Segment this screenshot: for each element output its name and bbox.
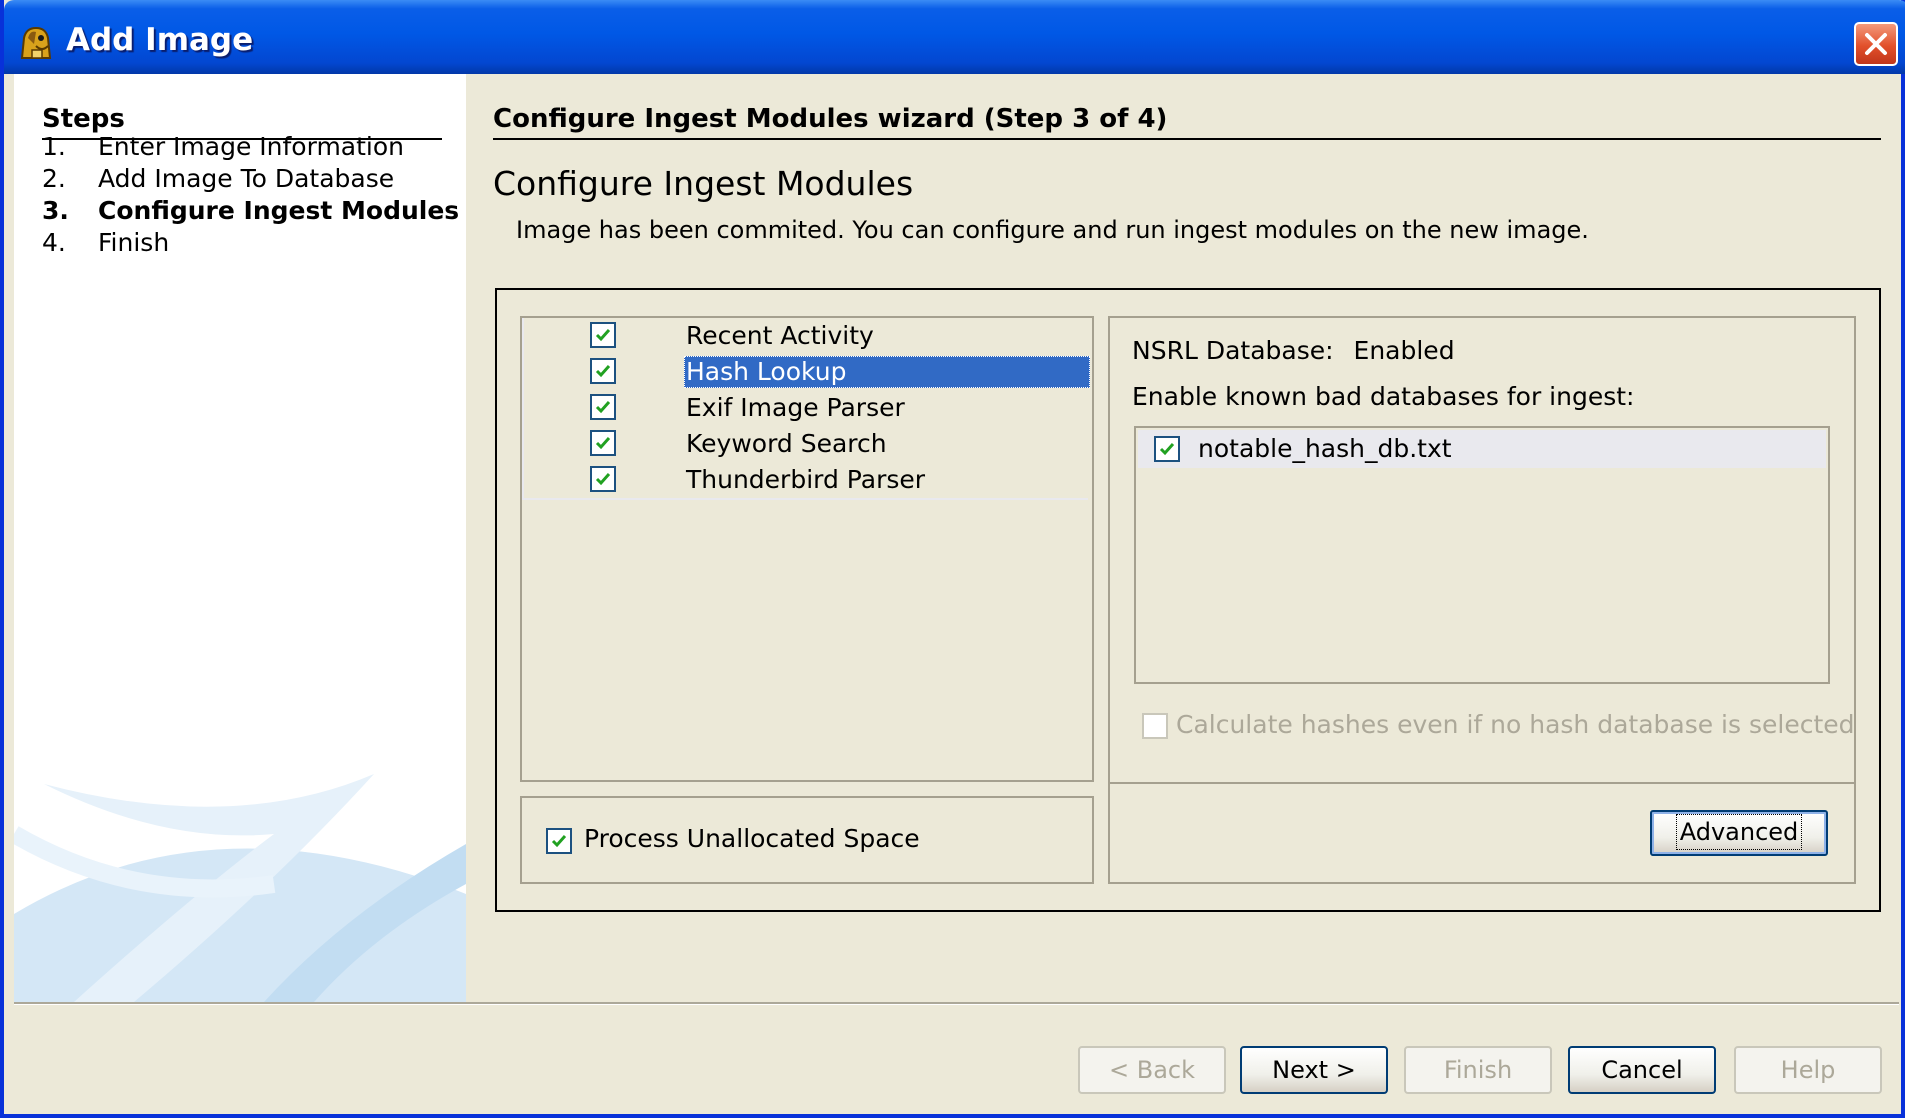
known-bad-db-list[interactable]: notable_hash_db.txt	[1134, 426, 1830, 684]
title-bar[interactable]: Add Image	[4, 0, 1905, 74]
step-label: Add Image To Database	[98, 164, 395, 193]
checkmark-icon	[551, 835, 567, 848]
next-button[interactable]: Next >	[1240, 1046, 1388, 1094]
advanced-button-label: Advanced	[1675, 814, 1803, 850]
wizard-step-heading: Configure Ingest Modules wizard (Step 3 …	[493, 104, 1881, 140]
autopsy-dog-icon	[16, 24, 56, 60]
nsrl-value: Enabled	[1353, 336, 1455, 365]
nsrl-label: NSRL Database:	[1132, 336, 1334, 365]
checkmark-icon	[595, 401, 611, 414]
module-label: Thunderbird Parser	[686, 465, 926, 494]
step-number: 4.	[42, 228, 66, 257]
step-label: Configure Ingest Modules	[98, 196, 460, 225]
step-number: 1.	[42, 132, 66, 161]
advanced-button[interactable]: Advanced	[1650, 810, 1828, 856]
step-number: 2.	[42, 164, 66, 193]
process-unallocated-checkbox[interactable]	[546, 828, 572, 854]
button-bar-divider	[14, 1002, 1899, 1005]
module-label: Exif Image Parser	[686, 393, 905, 422]
checkmark-icon	[595, 329, 611, 342]
module-checkbox[interactable]	[590, 322, 616, 348]
finish-button[interactable]: Finish	[1404, 1046, 1552, 1094]
decorative-swoosh	[14, 774, 466, 1002]
steps-sidebar: Steps 1. Enter Image Information 2. Add Im…	[14, 74, 466, 1002]
known-bad-db-label: Enable known bad databases for ingest:	[1132, 382, 1635, 411]
checkmark-icon	[595, 365, 611, 378]
calculate-hashes-checkbox[interactable]	[1142, 713, 1168, 739]
db-row-notable-hash[interactable]: notable_hash_db.txt	[1138, 430, 1826, 468]
page-title: Configure Ingest Modules	[493, 164, 914, 203]
close-button[interactable]	[1854, 22, 1898, 66]
window-title: Add Image	[66, 22, 254, 58]
calculate-hashes-option: Calculate hashes even if no hash databas…	[1142, 710, 1855, 739]
module-checkbox[interactable]	[590, 358, 616, 384]
divider	[1110, 782, 1854, 784]
cancel-button[interactable]: Cancel	[1568, 1046, 1716, 1094]
module-row-hash-lookup[interactable]: Hash Lookup	[524, 354, 1090, 390]
help-button[interactable]: Help	[1734, 1046, 1882, 1094]
module-checkbox[interactable]	[590, 394, 616, 420]
close-icon	[1865, 33, 1887, 55]
ingest-module-list[interactable]: Recent Activity Hash Lookup Exif Image P…	[520, 316, 1094, 782]
module-row-keyword-search[interactable]: Keyword Search	[524, 426, 1090, 462]
back-button[interactable]: < Back	[1078, 1046, 1226, 1094]
step-item-active: 3. Configure Ingest Modules	[42, 196, 459, 225]
nsrl-status: NSRL Database: Enabled	[1132, 336, 1455, 365]
module-label: Recent Activity	[686, 321, 874, 350]
module-row-thunderbird-parser[interactable]: Thunderbird Parser	[524, 462, 1090, 498]
module-settings-panel: NSRL Database: Enabled Enable known bad d…	[1108, 316, 1856, 884]
add-image-dialog: Add Image Steps 1. Enter Image Informatio…	[0, 0, 1905, 1118]
checkmark-icon	[1159, 443, 1175, 456]
checkmark-icon	[595, 437, 611, 450]
module-checkbox[interactable]	[590, 466, 616, 492]
step-item: 2. Add Image To Database	[42, 164, 394, 193]
calculate-hashes-label: Calculate hashes even if no hash databas…	[1176, 710, 1855, 739]
module-label: Hash Lookup	[684, 356, 1090, 388]
page-description: Image has been commited. You can configu…	[516, 216, 1589, 244]
db-checkbox[interactable]	[1154, 436, 1180, 462]
module-checkbox[interactable]	[590, 430, 616, 456]
process-unallocated-label: Process Unallocated Space	[584, 824, 920, 853]
step-item: 1. Enter Image Information	[42, 132, 404, 161]
checkmark-icon	[595, 473, 611, 486]
step-label: Enter Image Information	[98, 132, 405, 161]
unallocated-space-panel: Process Unallocated Space	[520, 796, 1094, 884]
module-label: Keyword Search	[686, 429, 887, 458]
module-row-recent-activity[interactable]: Recent Activity	[524, 318, 1090, 354]
module-row-exif-image-parser[interactable]: Exif Image Parser	[524, 390, 1090, 426]
step-number: 3.	[42, 196, 69, 225]
db-label: notable_hash_db.txt	[1198, 434, 1452, 463]
step-label: Finish	[98, 228, 170, 257]
step-item: 4. Finish	[42, 228, 169, 257]
